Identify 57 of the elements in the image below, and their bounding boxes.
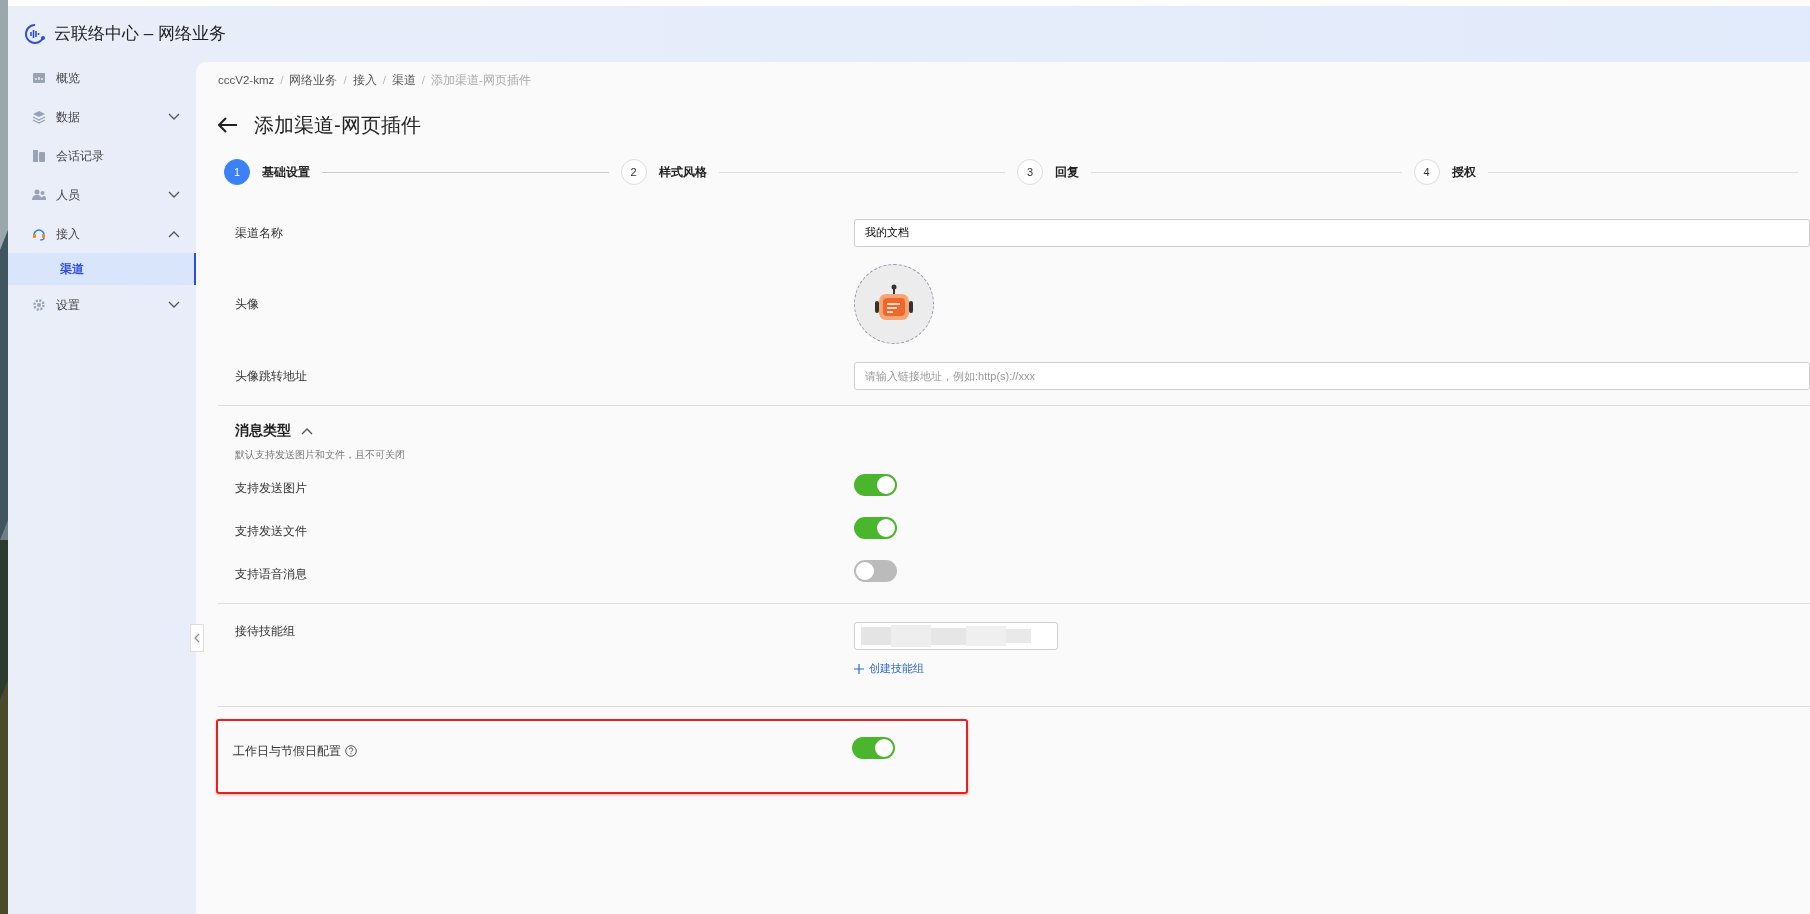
toggle-switch[interactable] (854, 474, 897, 496)
sidebar-item[interactable]: 数据 (8, 97, 196, 136)
step-number: 2 (620, 159, 647, 186)
field-label: 渠道名称 (235, 224, 283, 242)
book-icon (32, 148, 46, 163)
layers-icon (32, 109, 46, 124)
field-label: 接待技能组 (235, 623, 295, 641)
gear-icon (32, 297, 46, 312)
toggle-switch[interactable] (854, 517, 897, 539)
app-title: 云联络中心 – 网络业务 (54, 23, 226, 46)
step-label: 授权 (1451, 164, 1476, 182)
breadcrumb-link[interactable]: 渠道 (391, 72, 416, 90)
people-icon (32, 187, 46, 202)
sidebar-item[interactable]: 概览 (8, 58, 196, 97)
text-field[interactable]: 我的文档 (854, 218, 1810, 247)
breadcrumb-separator: / (382, 73, 386, 88)
toggle-switch[interactable] (852, 737, 895, 759)
section-hint: 默认支持发送图片和文件，且不可关闭 (234, 448, 406, 463)
step-label: 基础设置 (262, 164, 310, 182)
chevron-up-icon[interactable] (301, 426, 313, 435)
field-label: 头像跳转地址 (235, 367, 307, 385)
chevron-left-icon (194, 633, 200, 643)
select-field[interactable] (854, 622, 1058, 651)
back-arrow-icon[interactable] (218, 117, 238, 134)
breadcrumb-separator: / (343, 73, 347, 88)
sidebar-item[interactable]: 人员 (8, 175, 196, 214)
breadcrumb-link[interactable]: cccV2-kmz (218, 72, 275, 90)
create-skill-group-link[interactable]: 创建技能组 (854, 660, 924, 677)
field-label: 支持语音消息 (235, 565, 307, 583)
step-label: 样式风格 (658, 164, 707, 182)
step-number: 3 (1017, 159, 1043, 186)
field-label: 头像 (235, 296, 259, 314)
breadcrumb-link[interactable]: 接入 (352, 72, 377, 90)
collapse-sidebar-button[interactable] (190, 624, 204, 652)
field-label: 支持发送文件 (235, 522, 307, 540)
field-label: 支持发送图片 (235, 479, 307, 497)
step-label: 回复 (1055, 164, 1079, 182)
step-number: 1 (224, 159, 250, 186)
toggle-switch[interactable] (854, 560, 897, 582)
sidebar-item[interactable]: 会话记录 (8, 136, 196, 175)
text-field[interactable]: 请输入链接地址，例如:http(s)://xxx (854, 361, 1810, 390)
section-title: 消息类型 (235, 421, 291, 441)
plus-icon (854, 663, 864, 674)
sidebar-subitem[interactable]: 渠道 (8, 253, 196, 285)
sidebar-item[interactable]: 接入 (8, 214, 196, 253)
help-icon[interactable] (345, 744, 357, 757)
headset-icon (32, 226, 46, 241)
chart-icon (32, 70, 46, 85)
step-number: 4 (1413, 159, 1440, 186)
breadcrumb-link[interactable]: 网络业务 (289, 72, 338, 90)
breadcrumb-current: 添加渠道-网页插件 (431, 73, 531, 88)
breadcrumb-separator: / (280, 73, 284, 88)
sidebar-item[interactable]: 设置 (8, 285, 196, 324)
page-title: 添加渠道-网页插件 (254, 113, 421, 138)
field-label: 工作日与节假日配置 (233, 742, 341, 760)
logo-icon (24, 23, 46, 45)
breadcrumb-separator: / (421, 73, 426, 88)
